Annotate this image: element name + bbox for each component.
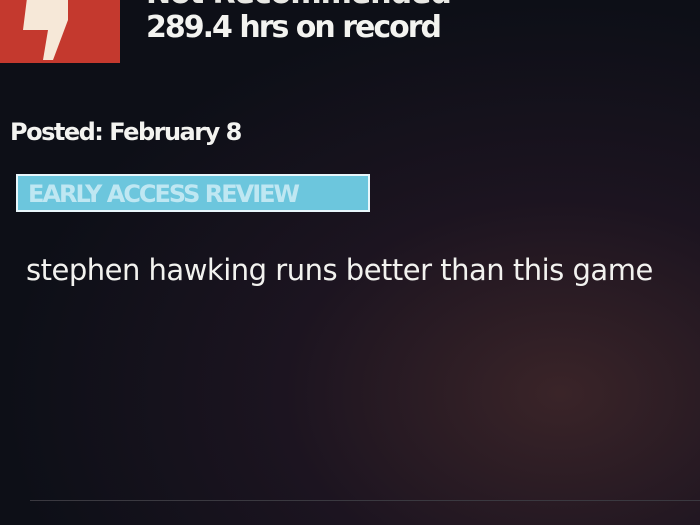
hours-on-record: 289.4 hrs on record [146,10,442,45]
thumbs-down-icon [0,0,120,63]
review-text: stephen hawking runs better than this ga… [26,253,653,287]
early-access-badge: EARLY ACCESS REVIEW [16,174,370,212]
divider [30,500,700,501]
posted-date: Posted: February 8 [10,118,242,146]
